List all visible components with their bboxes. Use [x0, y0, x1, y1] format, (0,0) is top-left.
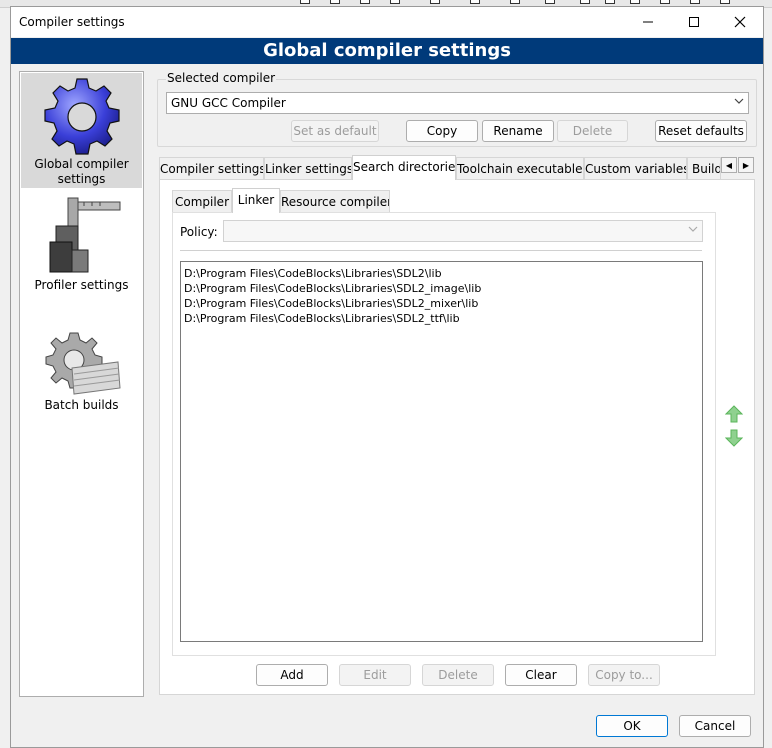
sidebar: Global compiler settings Profiler settin… [19, 71, 144, 697]
sidebar-item-label: Batch builds [44, 398, 119, 412]
chevron-down-icon [734, 96, 744, 109]
compiler-select[interactable]: GNU GCC Compiler [166, 92, 749, 114]
subtab-linker[interactable]: Linker [232, 188, 280, 213]
move-up-icon[interactable] [724, 404, 744, 424]
set-as-default-button[interactable]: Set as default [291, 120, 379, 142]
reset-defaults-button[interactable]: Reset defaults [655, 120, 747, 142]
tab-toolchain-executables[interactable]: Toolchain executables [456, 157, 584, 179]
edit-directory-button[interactable]: Edit [339, 664, 411, 686]
tab-scroll-left-icon[interactable]: ◀ [721, 157, 737, 173]
subtab-resource-compiler[interactable]: Resource compiler [280, 190, 390, 212]
cancel-button[interactable]: Cancel [679, 715, 751, 737]
sidebar-item-label: Global compiler [34, 157, 129, 171]
tab-search-directories[interactable]: Search directories [352, 155, 456, 180]
compiler-select-value: GNU GCC Compiler [171, 96, 286, 110]
tab-build[interactable]: Build [687, 157, 721, 179]
main-tabs: Compiler settings Linker settings Search… [159, 155, 733, 180]
delete-directory-button[interactable]: Delete [422, 664, 494, 686]
copy-to-button[interactable]: Copy to... [588, 664, 660, 686]
list-item[interactable]: D:\Program Files\CodeBlocks\Libraries\SD… [181, 311, 702, 326]
policy-select[interactable] [223, 220, 703, 242]
clear-directories-button[interactable]: Clear [505, 664, 577, 686]
window-title: Compiler settings [19, 15, 125, 29]
rename-button[interactable]: Rename [482, 120, 554, 142]
divider [180, 250, 702, 251]
close-icon[interactable] [717, 7, 763, 37]
sidebar-item-label-line2: settings [57, 172, 106, 186]
tab-linker-settings[interactable]: Linker settings [264, 157, 352, 179]
move-down-icon[interactable] [724, 428, 744, 448]
sidebar-item-label: Profiler settings [34, 278, 129, 292]
ok-button[interactable]: OK [596, 715, 668, 737]
copy-button[interactable]: Copy [406, 120, 478, 142]
tab-custom-variables[interactable]: Custom variables [584, 157, 687, 179]
sidebar-item-batch-builds[interactable]: Batch builds [21, 330, 142, 430]
selected-compiler-label: Selected compiler [166, 71, 277, 85]
tab-scroll-right-icon[interactable]: ▶ [738, 157, 754, 173]
list-item[interactable]: D:\Program Files\CodeBlocks\Libraries\SD… [181, 296, 702, 311]
page-banner: Global compiler settings [11, 38, 763, 64]
maximize-icon[interactable] [671, 7, 717, 37]
delete-compiler-button[interactable]: Delete [557, 120, 628, 142]
linker-subpanel: Policy: D:\Program Files\CodeBlocks\Libr… [172, 212, 716, 656]
gear-icon [42, 77, 122, 157]
sidebar-item-profiler-settings[interactable]: Profiler settings [21, 194, 142, 304]
sub-tabs: Compiler Linker Resource compiler [172, 188, 392, 213]
sidebar-item-global-compiler-settings[interactable]: Global compiler settings [21, 73, 142, 188]
minimize-icon[interactable] [625, 7, 671, 37]
title-bar: Compiler settings [11, 7, 763, 37]
list-item[interactable]: D:\Program Files\CodeBlocks\Libraries\SD… [181, 281, 702, 296]
caliper-icon [42, 196, 122, 278]
gear-stack-icon [42, 330, 122, 398]
list-item[interactable]: D:\Program Files\CodeBlocks\Libraries\SD… [181, 266, 702, 281]
add-directory-button[interactable]: Add [256, 664, 328, 686]
subtab-compiler[interactable]: Compiler [172, 190, 232, 212]
directories-list[interactable]: D:\Program Files\CodeBlocks\Libraries\SD… [180, 261, 703, 642]
search-directories-panel: Compiler Linker Resource compiler Policy… [159, 179, 755, 695]
policy-label: Policy: [180, 225, 218, 239]
tab-compiler-settings[interactable]: Compiler settings [159, 157, 264, 179]
chevron-down-icon [688, 224, 698, 237]
compiler-settings-dialog: Compiler settings Global compiler settin… [10, 6, 764, 748]
